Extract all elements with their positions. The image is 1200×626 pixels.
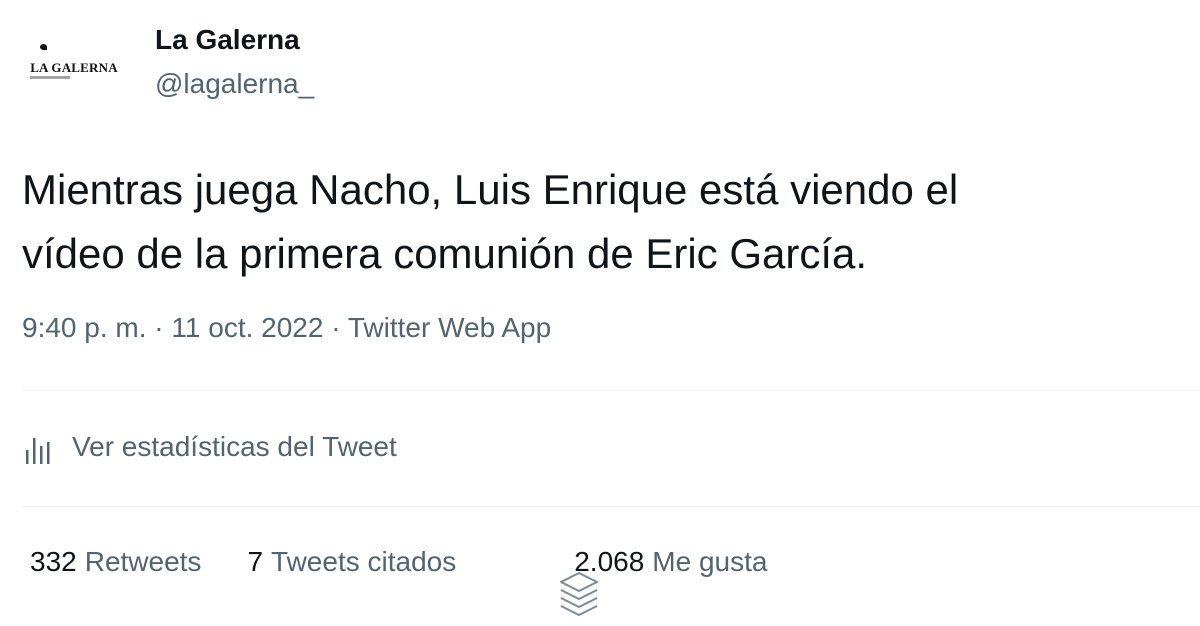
author-handle[interactable]: @lagalerna_ (155, 68, 314, 100)
layers-icon (560, 572, 598, 616)
retweets-count[interactable]: 332 Retweets (30, 546, 201, 578)
quote-tweets-number: 7 (247, 546, 264, 577)
likes-count[interactable]: 2.068 Me gusta (574, 546, 767, 578)
meta-separator: · (323, 312, 348, 343)
engagement-counts: 332 Retweets 7 Tweets citados 2.068 Me g… (30, 546, 767, 578)
likes-label: Me gusta (652, 546, 768, 577)
divider (22, 506, 1200, 507)
meta-separator: · (146, 312, 172, 343)
quote-tweets-count[interactable]: 7 Tweets citados (247, 546, 456, 578)
tweet-text-line: Mientras juega Nacho, Luis Enrique está … (22, 166, 959, 213)
view-analytics-label: Ver estadísticas del Tweet (72, 431, 397, 462)
bar-chart-icon (26, 438, 50, 464)
view-analytics-link[interactable]: Ver estadísticas del Tweet (24, 428, 397, 466)
avatar-logo-underline (30, 76, 70, 79)
avatar[interactable]: LA GALERNA (22, 38, 126, 98)
retweets-number: 332 (30, 546, 77, 577)
tweet-date[interactable]: 11 oct. 2022 (171, 312, 323, 343)
tweet-source[interactable]: Twitter Web App (348, 312, 551, 343)
tweet-card: LA GALERNA La Galerna @lagalerna_ Mientr… (0, 0, 1200, 626)
divider (22, 390, 1200, 391)
tweet-text-line: vídeo de la primera comunión de Eric Gar… (22, 230, 868, 277)
quote-tweets-label: Tweets citados (271, 546, 457, 577)
author-display-name[interactable]: La Galerna (155, 24, 300, 56)
tweet-meta: 9:40 p. m. · 11 oct. 2022 · Twitter Web … (22, 312, 551, 344)
tweet-time[interactable]: 9:40 p. m. (22, 312, 147, 343)
avatar-logo-mark-icon (40, 44, 47, 50)
tweet-text: Mientras juega Nacho, Luis Enrique está … (22, 158, 1182, 286)
retweets-label: Retweets (84, 546, 202, 577)
avatar-logo-text: LA GALERNA (30, 60, 118, 75)
